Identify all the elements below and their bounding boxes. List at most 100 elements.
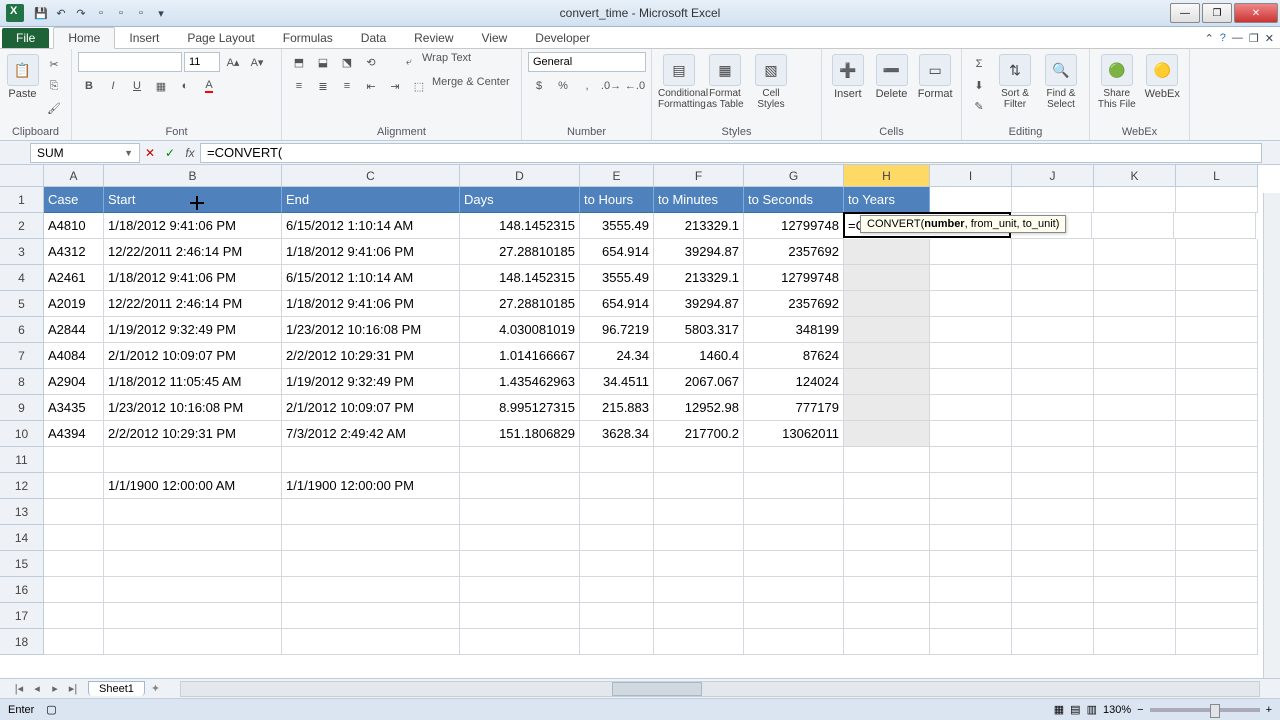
- row-header-8[interactable]: 8: [0, 369, 44, 395]
- prev-sheet-icon[interactable]: ◂: [28, 682, 46, 695]
- view-normal-icon[interactable]: ▦: [1054, 703, 1064, 716]
- font-color-icon[interactable]: A: [198, 76, 220, 96]
- cell[interactable]: [460, 473, 580, 499]
- cell[interactable]: 96.7219: [580, 317, 654, 343]
- cell[interactable]: [1094, 499, 1176, 525]
- cell[interactable]: [930, 447, 1012, 473]
- cell[interactable]: 1/1/1900 12:00:00 AM: [104, 473, 282, 499]
- cell[interactable]: [1176, 291, 1258, 317]
- cell[interactable]: 777179: [744, 395, 844, 421]
- cell[interactable]: [930, 525, 1012, 551]
- cell[interactable]: to Hours: [580, 187, 654, 213]
- cell[interactable]: [930, 343, 1012, 369]
- cell[interactable]: [1094, 265, 1176, 291]
- cell[interactable]: [930, 499, 1012, 525]
- column-header-D[interactable]: D: [460, 165, 580, 187]
- cell[interactable]: [844, 421, 930, 447]
- cell[interactable]: 27.28810185: [460, 239, 580, 265]
- cell[interactable]: [104, 603, 282, 629]
- cell[interactable]: 3555.49: [580, 213, 654, 239]
- cell[interactable]: [460, 603, 580, 629]
- cell[interactable]: [1012, 525, 1094, 551]
- save-icon[interactable]: 💾: [32, 4, 50, 22]
- cell[interactable]: [1094, 187, 1176, 213]
- fill-icon[interactable]: ⬇: [968, 75, 990, 95]
- cell[interactable]: [1176, 525, 1258, 551]
- cell[interactable]: [930, 603, 1012, 629]
- cell[interactable]: [1012, 369, 1094, 395]
- cell[interactable]: [930, 239, 1012, 265]
- cell[interactable]: to Minutes: [654, 187, 744, 213]
- cell[interactable]: [1094, 473, 1176, 499]
- percent-icon[interactable]: %: [552, 76, 574, 96]
- increase-font-icon[interactable]: A▴: [222, 52, 244, 72]
- cell[interactable]: [580, 551, 654, 577]
- window-restore-icon[interactable]: ❐: [1249, 32, 1259, 45]
- cell[interactable]: 124024: [744, 369, 844, 395]
- cell[interactable]: [930, 395, 1012, 421]
- tab-developer[interactable]: Developer: [521, 28, 604, 48]
- cell[interactable]: [1176, 499, 1258, 525]
- cell[interactable]: 39294.87: [654, 291, 744, 317]
- column-header-H[interactable]: H: [844, 165, 930, 187]
- fill-color-icon[interactable]: ◐: [174, 76, 196, 96]
- bold-icon[interactable]: B: [78, 76, 100, 96]
- cell[interactable]: [44, 551, 104, 577]
- decrease-decimal-icon[interactable]: ←.0: [624, 76, 646, 96]
- cell[interactable]: A3435: [44, 395, 104, 421]
- cell[interactable]: [930, 473, 1012, 499]
- increase-decimal-icon[interactable]: .0→: [600, 76, 622, 96]
- cell[interactable]: [580, 499, 654, 525]
- align-middle-icon[interactable]: ⬓: [312, 52, 334, 72]
- undo-icon[interactable]: ↶: [52, 4, 70, 22]
- name-box[interactable]: SUM ▼: [30, 143, 140, 163]
- cell[interactable]: [844, 369, 930, 395]
- row-header-18[interactable]: 18: [0, 629, 44, 655]
- cell[interactable]: 1/18/2012 9:41:06 PM: [282, 239, 460, 265]
- cell[interactable]: 3555.49: [580, 265, 654, 291]
- cell[interactable]: [460, 447, 580, 473]
- cell[interactable]: [282, 499, 460, 525]
- zoom-slider[interactable]: [1150, 708, 1260, 712]
- webex-button[interactable]: 🟡WebEx: [1142, 52, 1184, 100]
- row-header-13[interactable]: 13: [0, 499, 44, 525]
- cell[interactable]: [1176, 369, 1258, 395]
- cell[interactable]: [1176, 577, 1258, 603]
- cell[interactable]: 8.995127315: [460, 395, 580, 421]
- delete-cells-button[interactable]: ➖Delete: [872, 52, 912, 100]
- cell[interactable]: End: [282, 187, 460, 213]
- cell[interactable]: [1012, 473, 1094, 499]
- currency-icon[interactable]: $: [528, 76, 550, 96]
- cell[interactable]: [654, 447, 744, 473]
- format-as-table-button[interactable]: ▦Format as Table: [704, 52, 746, 110]
- cell[interactable]: [1176, 629, 1258, 655]
- cell[interactable]: 2/2/2012 10:29:31 PM: [104, 421, 282, 447]
- cell[interactable]: [930, 629, 1012, 655]
- cell[interactable]: [460, 551, 580, 577]
- row-header-7[interactable]: 7: [0, 343, 44, 369]
- cell[interactable]: A2019: [44, 291, 104, 317]
- cell[interactable]: [104, 551, 282, 577]
- help-icon[interactable]: ?: [1220, 32, 1226, 45]
- zoom-in-icon[interactable]: +: [1266, 704, 1272, 716]
- cell[interactable]: 213329.1: [654, 265, 744, 291]
- column-header-C[interactable]: C: [282, 165, 460, 187]
- conditional-formatting-button[interactable]: ▤Conditional Formatting: [658, 52, 700, 110]
- cell[interactable]: [1094, 395, 1176, 421]
- cell[interactable]: 1/18/2012 11:05:45 AM: [104, 369, 282, 395]
- cell[interactable]: [930, 265, 1012, 291]
- cell[interactable]: [654, 603, 744, 629]
- view-layout-icon[interactable]: ▤: [1070, 703, 1080, 716]
- cell[interactable]: 12952.98: [654, 395, 744, 421]
- cell[interactable]: 27.28810185: [460, 291, 580, 317]
- row-header-16[interactable]: 16: [0, 577, 44, 603]
- row-header-4[interactable]: 4: [0, 265, 44, 291]
- cell[interactable]: [930, 317, 1012, 343]
- view-break-icon[interactable]: ▥: [1087, 703, 1097, 716]
- row-header-6[interactable]: 6: [0, 317, 44, 343]
- cell[interactable]: [844, 525, 930, 551]
- cell[interactable]: [930, 187, 1012, 213]
- cell[interactable]: [1176, 603, 1258, 629]
- cell[interactable]: [744, 551, 844, 577]
- macro-record-icon[interactable]: ▢: [46, 703, 56, 716]
